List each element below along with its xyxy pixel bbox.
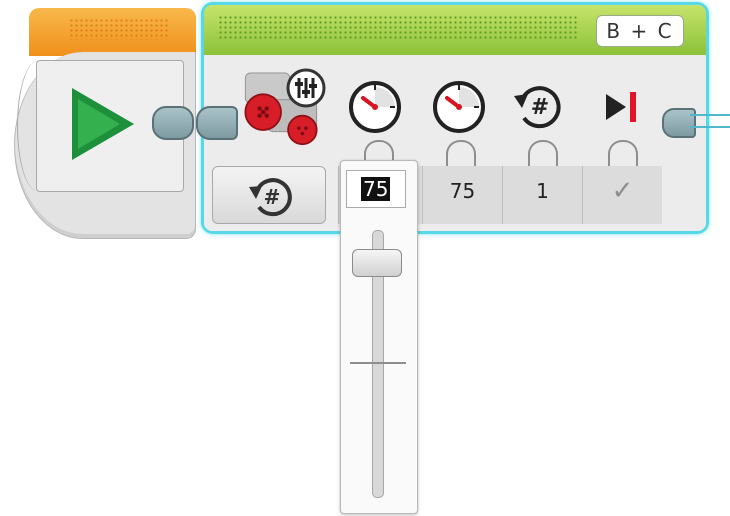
sequence-plug-in[interactable]	[196, 106, 238, 140]
svg-text:#: #	[264, 185, 281, 209]
start-block-header	[29, 8, 196, 56]
sequence-plug-out[interactable]	[152, 106, 194, 140]
slider-value-input[interactable]: 75	[346, 170, 406, 208]
mode-selector-button[interactable]: #	[212, 166, 326, 224]
mode-settings-icon[interactable]	[286, 68, 328, 108]
slider-thumb[interactable]	[352, 249, 402, 277]
rotations-mode-icon: #	[249, 178, 292, 217]
rotations-icon: #	[514, 86, 561, 129]
right-speed-icon	[433, 81, 485, 133]
right-power-field[interactable]: 75	[422, 166, 502, 224]
rotations-field[interactable]: 1	[502, 166, 582, 224]
svg-text:#: #	[531, 95, 549, 120]
brake-checkbox[interactable]: ✓	[582, 166, 662, 224]
port-selector[interactable]: B + C	[596, 15, 684, 47]
slider-zero-mark	[350, 362, 406, 364]
sequence-wire	[690, 114, 730, 128]
slider-value-text: 75	[361, 177, 391, 201]
brake-at-end-icon	[606, 92, 636, 122]
left-speed-icon	[349, 81, 401, 133]
